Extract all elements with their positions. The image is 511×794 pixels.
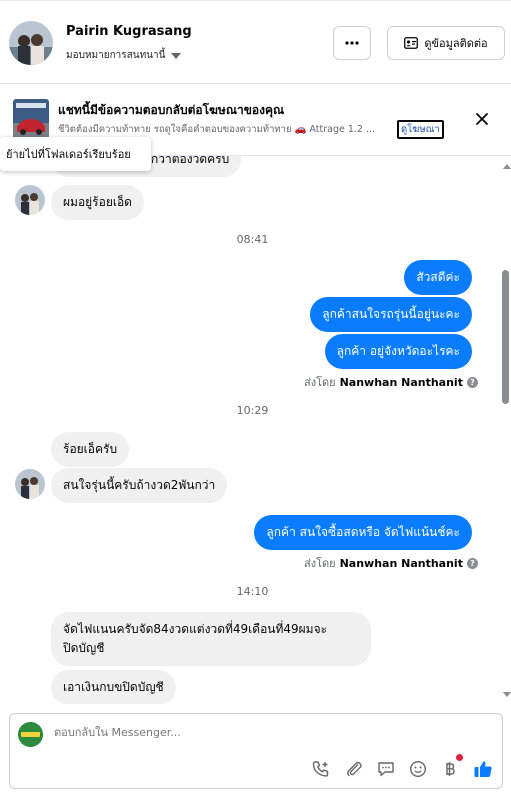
view-contact-label: ดูข้อมูลติดต่อ xyxy=(424,37,488,50)
baht-icon xyxy=(446,762,455,776)
outgoing-message: สัวสดีค่ะ xyxy=(404,260,472,295)
incoming-message: ร้อยเอ็ครับ xyxy=(51,432,130,467)
assign-conversation[interactable]: มอบหมายการสนทนานี้ xyxy=(66,48,182,63)
sent-by-name: Nanwhan Nanthanit xyxy=(339,556,463,570)
message-composer xyxy=(9,713,503,789)
payment-tool[interactable] xyxy=(439,754,463,780)
emoji-icon xyxy=(409,760,427,778)
page-logo xyxy=(18,722,43,747)
more-icon xyxy=(345,41,359,45)
chat-bubble-icon xyxy=(378,762,394,777)
paperclip-icon xyxy=(347,761,362,777)
close-icon[interactable] xyxy=(475,112,489,126)
message-thread[interactable]: ผ่อนงวดละ 2 พันกว่าต่องวดครับ ผมอยู่ร้อย… xyxy=(0,156,511,704)
incoming-message: ผมอยู่ร้อยเอ็ด xyxy=(51,185,144,220)
assign-label: มอบหมายการสนทนานี้ xyxy=(66,50,166,61)
moved-to-folder-toast: ย้ายไปที่โฟลเดอร์เรียบร้อย xyxy=(0,137,151,171)
sent-by-prefix: ส่งโดย xyxy=(304,376,336,389)
sent-by-name: Nanwhan Nanthanit xyxy=(339,375,463,389)
scroll-up-arrow-icon[interactable] xyxy=(503,164,511,169)
sender-avatar xyxy=(15,469,45,499)
call-tool[interactable] xyxy=(310,758,332,780)
attach-tool[interactable] xyxy=(343,758,365,780)
message-line: ปิดบัญชี xyxy=(63,641,105,655)
saved-replies-tool[interactable] xyxy=(375,758,397,780)
emoji-tool[interactable] xyxy=(407,758,429,780)
thumbs-up-icon xyxy=(474,761,492,777)
view-contact-button[interactable]: ดูข้อมูลติดต่อ xyxy=(387,26,505,60)
outgoing-message: ลูกค้า สนใจซื้อสดหรือ จัดไฟแน้นช์คะ xyxy=(254,515,472,550)
outgoing-message: ลูกค้า อยู่จังหวัดอะไรคะ xyxy=(324,334,472,369)
contact-avatar[interactable] xyxy=(9,21,53,65)
sender-avatar xyxy=(15,185,45,215)
timestamp: 14:10 xyxy=(236,585,269,598)
incoming-message: จัดไฟแนนครับจัด84งวดแต่งวดที่49เดือนที่4… xyxy=(51,612,371,666)
sent-by-label: ส่งโดย Nanwhan Nanthanit ? xyxy=(304,373,478,391)
phone-plus-icon xyxy=(312,761,329,777)
scrollbar[interactable] xyxy=(500,156,511,704)
ad-description: ชีวิตต้องมีความท้าทาย รถดูใจคือคำตอบของค… xyxy=(58,124,376,135)
ad-thumbnail[interactable] xyxy=(13,99,49,139)
like-button[interactable] xyxy=(472,758,494,780)
caret-down-icon xyxy=(171,52,182,59)
view-ad-link[interactable]: ดูโฆษณา xyxy=(397,120,444,139)
sent-by-label: ส่งโดย Nanwhan Nanthanit ? xyxy=(304,554,478,572)
info-icon[interactable]: ? xyxy=(466,376,478,388)
incoming-message: เอาเงินกบขปิดบัญชี xyxy=(51,670,176,704)
more-options-button[interactable] xyxy=(333,26,371,60)
reply-input[interactable] xyxy=(54,726,474,739)
scroll-down-arrow-icon[interactable] xyxy=(503,692,511,697)
contact-name: Pairin Kugrasang xyxy=(66,24,192,39)
ad-banner-title: แชทนี้มีข้อความตอบกลับต่อโฆษณาของคุณ xyxy=(58,103,285,117)
timestamp: 08:41 xyxy=(236,233,269,246)
contact-card-icon xyxy=(404,37,419,49)
scrollbar-thumb[interactable] xyxy=(502,270,509,404)
outgoing-message: ลูกค้าสนใจรถรุ่นนี้อยู่นะคะ xyxy=(310,297,472,332)
timestamp: 10:29 xyxy=(236,404,269,417)
message-line: จัดไฟแนนครับจัด84งวดแต่งวดที่49เดือนที่4… xyxy=(63,622,328,636)
info-icon[interactable]: ? xyxy=(466,557,478,569)
notification-dot xyxy=(456,754,463,761)
sent-by-prefix: ส่งโดย xyxy=(304,557,336,570)
conversation-header: Pairin Kugrasang มอบหมายการสนทนานี้ ดูข้… xyxy=(0,0,511,84)
incoming-message: สนใจรุ่นนี้ครับถ้างวด2พันกว่า xyxy=(51,468,228,503)
